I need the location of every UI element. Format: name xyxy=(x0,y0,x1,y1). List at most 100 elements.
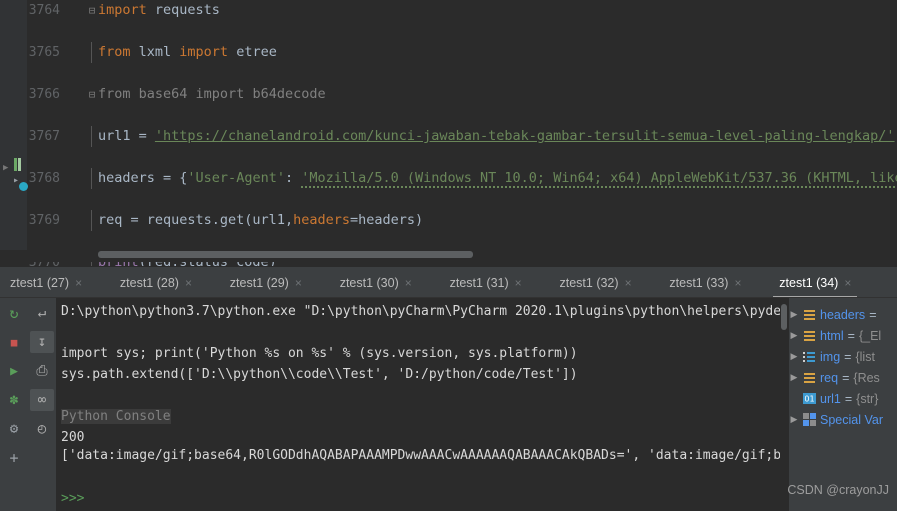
code-text[interactable]: headers = {'User-Agent': 'Mozilla/5.0 (W… xyxy=(98,168,897,189)
console-text: sys.path.extend(['D:\\python\\code\\Test… xyxy=(61,367,578,382)
variables-pane[interactable]: ▶ headers = ▶ html = {_El ▶ img = {list ▶ req =… xyxy=(789,298,897,511)
console-tab-bar[interactable]: ztest1 (27) × ztest1 (28) × ztest1 (29) × ztes… xyxy=(0,266,897,298)
code-token: from xyxy=(98,44,139,60)
variable-row[interactable]: ▶ headers = xyxy=(789,304,877,325)
code-line[interactable]: 3767 url1 = 'https://chanelandroid.com/ku… xyxy=(0,126,897,147)
pycharm-window: 3764 ⊟ import requests 3765 from lxml import… xyxy=(0,0,897,511)
console-tab[interactable]: ztest1 (29) × xyxy=(224,267,308,298)
code-line[interactable]: 3765 from lxml import etree xyxy=(0,42,897,63)
debug-icon[interactable]: ✽ xyxy=(5,391,23,409)
editor-hscrollbar[interactable] xyxy=(98,251,888,258)
console-tab[interactable]: ztest1 (30) × xyxy=(334,267,418,298)
variable-equals: = xyxy=(844,349,852,364)
code-token: requests xyxy=(154,2,220,18)
gutter-bookmark-icon[interactable] xyxy=(19,182,28,191)
variable-row[interactable]: ▶ 01 url1 = {str} xyxy=(789,388,878,409)
console-tab[interactable]: ztest1 (31) × xyxy=(444,267,528,298)
expand-arrow-icon[interactable]: ▶ xyxy=(789,414,799,425)
code-line[interactable]: 3769 req = requests.get(url1,headers=head… xyxy=(0,210,897,231)
close-icon[interactable]: × xyxy=(75,276,82,290)
variable-name: url1 xyxy=(820,391,841,406)
rerun-icon[interactable]: ↻ xyxy=(5,304,23,322)
print-icon[interactable]: ⎙ xyxy=(30,360,54,382)
code-token: b64decode xyxy=(252,86,326,102)
console-tab[interactable]: ztest1 (28) × xyxy=(114,267,198,298)
history-icon[interactable]: ◴ xyxy=(30,418,54,440)
code-text[interactable]: req = requests.get(url1,headers=headers) xyxy=(98,210,423,231)
list-icon xyxy=(803,371,816,384)
close-icon[interactable]: × xyxy=(734,276,741,290)
console-action-toolbar[interactable]: ↵ ↧ ⎙ ∞ ◴ xyxy=(27,298,56,511)
line-number: 3768 xyxy=(28,171,60,186)
svg-text:01: 01 xyxy=(804,395,814,404)
close-icon[interactable]: × xyxy=(185,276,192,290)
stop-icon[interactable]: ■ xyxy=(5,333,23,351)
variable-row[interactable]: ▶ Special Var xyxy=(789,409,883,430)
line-number: 3765 xyxy=(28,45,60,60)
code-text[interactable]: from base64 import b64decode xyxy=(98,84,326,105)
console-line: ['data:image/gif;base64,R0lGODdhAQABAPAA… xyxy=(61,448,781,463)
expand-arrow-icon[interactable]: ▶ xyxy=(789,372,799,383)
code-line[interactable]: 3766 ⊟ from base64 import b64decode xyxy=(0,84,897,105)
soft-wrap-icon[interactable]: ↵ xyxy=(30,302,54,324)
gutter-change-bar-icon xyxy=(14,158,17,171)
console-tab-label: ztest1 (33) xyxy=(669,275,729,290)
console-tab[interactable]: ztest1 (34) × xyxy=(773,267,858,298)
code-text[interactable]: url1 = 'https://chanelandroid.com/kunci-… xyxy=(98,126,895,147)
add-icon[interactable]: + xyxy=(5,449,23,467)
run-action-toolbar[interactable]: ↻ ■ ▶ ✽ ⚙ + xyxy=(0,298,27,511)
code-text[interactable]: from lxml import etree xyxy=(98,42,277,63)
console-line: Python Console xyxy=(61,409,171,424)
run-icon[interactable]: ▶ xyxy=(5,362,23,380)
close-icon[interactable]: × xyxy=(625,276,632,290)
code-token: from xyxy=(98,86,139,102)
scroll-to-end-icon[interactable]: ↧ xyxy=(30,331,54,353)
code-token: import xyxy=(179,44,237,60)
console-tab-label: ztest1 (30) xyxy=(339,275,399,290)
code-text[interactable]: import requests xyxy=(98,0,220,21)
console-tab[interactable]: ztest1 (32) × xyxy=(554,267,638,298)
console-tab-label: ztest1 (34) xyxy=(779,275,839,290)
console-tab[interactable]: ztest1 (27) × xyxy=(4,267,88,298)
code-token: , xyxy=(284,212,294,228)
variable-name: img xyxy=(820,349,841,364)
close-icon[interactable]: × xyxy=(844,276,851,290)
code-fold-icon[interactable]: ⊟ xyxy=(86,0,98,21)
expand-arrow-icon[interactable]: ▶ xyxy=(789,351,799,362)
console-prompt[interactable]: >>> xyxy=(61,491,84,506)
run-tool-window: ↻ ■ ▶ ✽ ⚙ + ↵ ↧ ⎙ ∞ ◴ D:\python\python3.7\python.… xyxy=(0,298,897,511)
close-icon[interactable]: × xyxy=(295,276,302,290)
variable-value: {_El xyxy=(858,328,882,343)
code-editor[interactable]: 3764 ⊟ import requests 3765 from lxml import… xyxy=(0,0,897,480)
code-token: =headers) xyxy=(350,212,424,228)
code-fold-icon[interactable]: ⊟ xyxy=(86,84,98,105)
expand-arrow-icon[interactable]: ▶ xyxy=(789,330,799,341)
editor-hscrollbar-thumb[interactable] xyxy=(98,251,473,258)
expand-arrow-icon[interactable]: ▶ xyxy=(789,309,799,320)
console-text: D:\python\python3.7\python.exe "D:\pytho… xyxy=(61,304,782,319)
gutter-run-marker-icon[interactable]: ▸ xyxy=(13,175,19,186)
close-icon[interactable]: × xyxy=(515,276,522,290)
variable-row[interactable]: ▶ html = {_El xyxy=(789,325,882,346)
console-line: sys.path.extend(['D:\\python\\code\\Test… xyxy=(61,367,578,382)
special-vars-icon xyxy=(803,413,816,426)
view-as-icon[interactable]: ∞ xyxy=(30,389,54,411)
code-fold-line xyxy=(91,126,92,147)
list-icon xyxy=(803,329,816,342)
python-console-output[interactable]: D:\python\python3.7\python.exe "D:\pytho… xyxy=(56,298,788,511)
console-vscrollbar[interactable] xyxy=(780,298,788,511)
code-lines[interactable]: 3764 ⊟ import requests 3765 from lxml import… xyxy=(0,0,897,480)
code-line[interactable]: 3768 headers = {'User-Agent': 'Mozilla/5.… xyxy=(0,168,897,189)
close-icon[interactable]: × xyxy=(405,276,412,290)
variable-row[interactable]: ▶ req = {Res xyxy=(789,367,880,388)
expand-arrow-icon[interactable]: ▶ xyxy=(789,393,799,404)
settings-icon[interactable]: ⚙ xyxy=(5,420,23,438)
variable-row[interactable]: ▶ img = {list xyxy=(789,346,875,367)
console-tab-label: ztest1 (29) xyxy=(229,275,289,290)
console-highlighted-output: ['data:image/gif;base64,R0lGODdhAQABAPAA… xyxy=(61,448,633,463)
console-vscrollbar-thumb[interactable] xyxy=(781,304,787,330)
code-token: headers xyxy=(98,170,164,186)
code-line[interactable]: 3764 ⊟ import requests xyxy=(0,0,897,21)
console-tab[interactable]: ztest1 (33) × xyxy=(663,267,747,298)
code-token: lxml xyxy=(138,44,180,60)
